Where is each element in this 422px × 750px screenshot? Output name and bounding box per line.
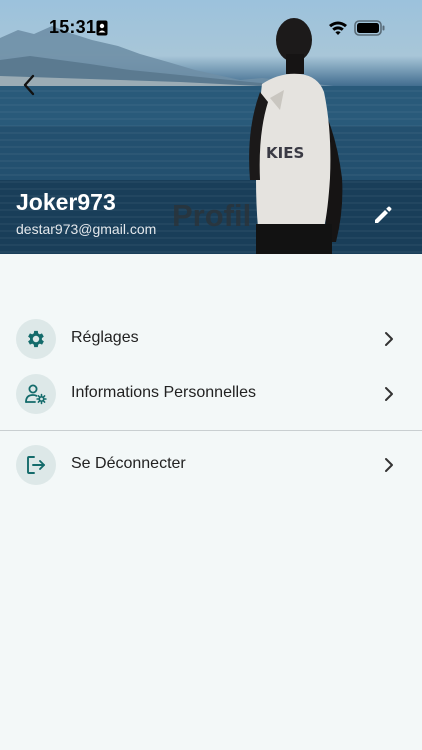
chevron-right-icon (385, 458, 393, 472)
menu-item-logout[interactable]: Se Déconnecter (0, 439, 422, 491)
battery-icon (354, 20, 385, 36)
user-settings-icon (25, 384, 47, 405)
wifi-icon (329, 21, 347, 35)
chevron-left-icon (23, 74, 35, 96)
status-time: 15:31 (49, 17, 97, 37)
profile-username: Joker973 (16, 189, 116, 215)
chevron-right-icon (385, 387, 393, 401)
chevron-right-icon (385, 332, 393, 346)
shirt-print: KIES (266, 144, 304, 162)
edit-profile-button[interactable] (368, 200, 398, 230)
menu-icon-badge (16, 374, 56, 414)
logout-icon (27, 456, 45, 474)
menu-divider (0, 430, 422, 431)
pencil-icon (375, 206, 392, 223)
page-title: Profil (172, 198, 252, 233)
menu-item-personal-info[interactable]: Informations Personnelles (0, 368, 422, 420)
profile-header: KIES 15:31 Profil Joker973 destar973@gma… (0, 0, 422, 254)
menu-icon-badge (16, 445, 56, 485)
menu-item-label: Se Déconnecter (71, 455, 186, 472)
profile-email: destar973@gmail.com (16, 221, 157, 237)
menu-item-label: Informations Personnelles (71, 384, 256, 401)
gear-icon (28, 330, 44, 348)
menu-item-label: Réglages (71, 329, 139, 346)
menu-item-settings[interactable]: Réglages (0, 313, 422, 365)
back-button[interactable] (14, 70, 44, 100)
id-card-icon (96, 20, 108, 36)
status-bar: 15:31 (0, 0, 422, 54)
menu-icon-badge (16, 319, 56, 359)
